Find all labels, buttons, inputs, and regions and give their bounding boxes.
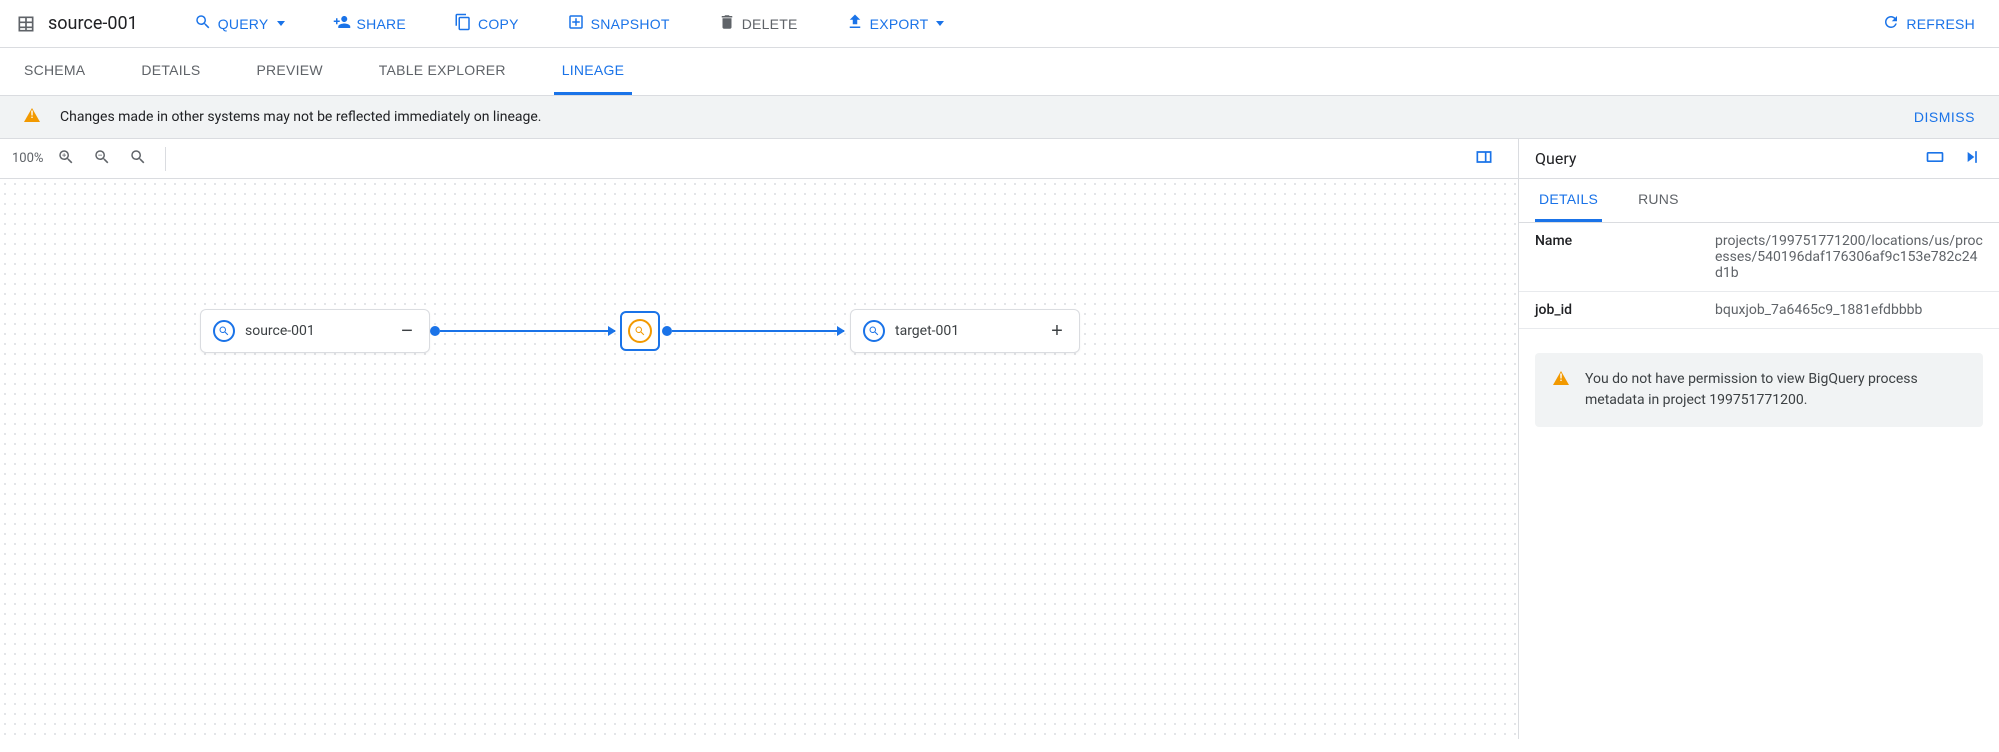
tab-details[interactable]: DETAILS <box>133 48 208 95</box>
lineage-canvas[interactable]: source-001 − target-001 <box>0 179 1518 739</box>
copy-icon <box>454 13 472 34</box>
zoom-level: 100% <box>12 151 43 166</box>
chevron-down-icon <box>277 21 285 26</box>
zoom-reset-icon <box>129 154 147 169</box>
process-icon <box>628 319 652 343</box>
page-title: source-001 <box>48 13 138 34</box>
panel-tab-details[interactable]: DETAILS <box>1535 179 1602 222</box>
node-label: target-001 <box>895 323 959 339</box>
port-out[interactable] <box>430 326 440 336</box>
detail-key: job_id <box>1519 292 1699 329</box>
lineage-node-source[interactable]: source-001 − <box>200 309 430 353</box>
lineage-node-target[interactable]: target-001 + <box>850 309 1080 353</box>
tab-table-explorer[interactable]: TABLE EXPLORER <box>371 48 514 95</box>
tab-preview[interactable]: PREVIEW <box>248 48 330 95</box>
detail-value: projects/199751771200/locations/us/proce… <box>1699 223 1999 292</box>
details-panel: Query DETAILS RUNS Name projects/1997517… <box>1519 139 1999 739</box>
port-out[interactable] <box>662 326 672 336</box>
warning-icon <box>24 108 40 126</box>
collapse-right-icon <box>1961 155 1981 170</box>
dismiss-button[interactable]: DISMISS <box>1914 109 1975 125</box>
divider <box>165 147 166 171</box>
permission-warning: You do not have permission to view BigQu… <box>1535 353 1983 427</box>
lineage-edge <box>672 330 844 332</box>
expand-button[interactable]: + <box>1047 320 1067 343</box>
trash-icon <box>718 13 736 34</box>
lineage-process-node[interactable] <box>620 311 660 351</box>
tab-schema[interactable]: SCHEMA <box>16 48 93 95</box>
warning-icon <box>1553 371 1569 411</box>
detail-key: Name <box>1519 223 1699 292</box>
tab-lineage[interactable]: LINEAGE <box>554 48 632 95</box>
copy-button[interactable]: COPY <box>446 9 527 38</box>
main-tabs: SCHEMA DETAILS PREVIEW TABLE EXPLORER LI… <box>0 48 1999 96</box>
export-icon <box>846 13 864 34</box>
snapshot-button[interactable]: SNAPSHOT <box>559 9 678 38</box>
zoom-in-icon <box>57 154 75 169</box>
table-row: job_id bquxjob_7a6465c9_1881efdbbbb <box>1519 292 1999 329</box>
search-icon <box>194 13 212 34</box>
zoom-out-button[interactable] <box>89 144 115 173</box>
refresh-button[interactable]: REFRESH <box>1874 9 1983 38</box>
panel-title: Query <box>1535 149 1576 168</box>
panel-toggle-button[interactable] <box>1470 143 1498 174</box>
delete-button[interactable]: DELETE <box>710 9 806 38</box>
zoom-out-icon <box>93 154 111 169</box>
table-node-icon <box>863 320 885 342</box>
collapse-button[interactable]: − <box>397 320 417 343</box>
query-button[interactable]: QUERY <box>186 9 293 38</box>
table-row: Name projects/199751771200/locations/us/… <box>1519 223 1999 292</box>
refresh-icon <box>1882 13 1900 34</box>
zoom-reset-button[interactable] <box>125 144 151 173</box>
snapshot-icon <box>567 13 585 34</box>
layout-icon <box>1925 155 1945 170</box>
warning-text: You do not have permission to view BigQu… <box>1585 369 1965 411</box>
lineage-edge <box>440 330 615 332</box>
chevron-down-icon <box>936 21 944 26</box>
info-banner: Changes made in other systems may not be… <box>0 96 1999 139</box>
page-header: source-001 QUERY SHARE COPY SNAPSHOT DEL… <box>0 0 1999 48</box>
panel-collapse-button[interactable] <box>1959 145 1983 172</box>
panel-tab-runs[interactable]: RUNS <box>1634 179 1683 222</box>
person-add-icon <box>333 13 351 34</box>
share-button[interactable]: SHARE <box>325 9 414 38</box>
panel-tabs: DETAILS RUNS <box>1519 179 1999 223</box>
export-button[interactable]: EXPORT <box>838 9 953 38</box>
detail-value: bquxjob_7a6465c9_1881efdbbbb <box>1699 292 1999 329</box>
canvas-toolbar: 100% <box>0 139 1518 179</box>
banner-text: Changes made in other systems may not be… <box>60 109 542 125</box>
table-icon <box>16 14 36 34</box>
zoom-in-button[interactable] <box>53 144 79 173</box>
details-table: Name projects/199751771200/locations/us/… <box>1519 223 1999 329</box>
node-label: source-001 <box>245 323 315 339</box>
panel-icon <box>1474 155 1494 170</box>
table-node-icon <box>213 320 235 342</box>
panel-layout-button[interactable] <box>1923 145 1947 172</box>
